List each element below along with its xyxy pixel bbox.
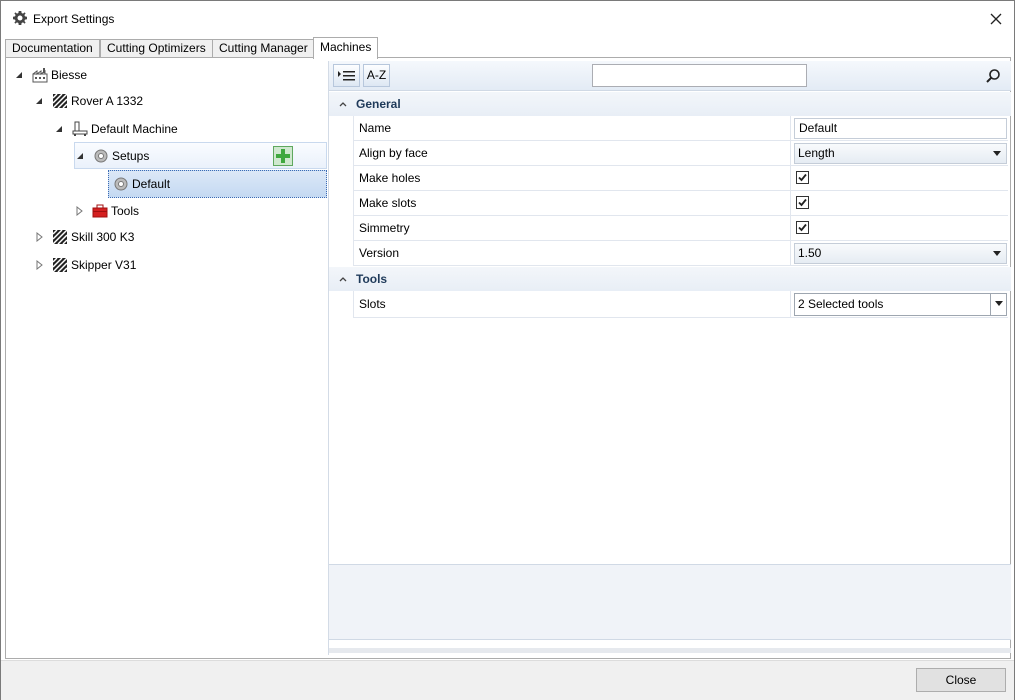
version-select[interactable]: 1.50 bbox=[794, 243, 1007, 264]
tree-node-biesse[interactable]: Biesse bbox=[14, 63, 87, 87]
dropdown-arrow-icon bbox=[990, 294, 1006, 315]
export-settings-window: Export Settings Documentation Cutting Op… bbox=[0, 0, 1015, 700]
property-grid: A-Z General Name Default Align by face L… bbox=[328, 61, 1011, 655]
expanded-arrow-icon[interactable] bbox=[34, 96, 44, 106]
chevron-up-icon[interactable] bbox=[338, 274, 348, 284]
checkmark-icon bbox=[798, 223, 807, 232]
property-label-slots: Make slots bbox=[353, 191, 791, 215]
machine-tree: Biesse Rover A 1332 Default Machine Setu… bbox=[6, 58, 328, 658]
alphabetical-view-button[interactable]: A-Z bbox=[363, 64, 390, 87]
property-row-holes: Make holes bbox=[353, 166, 1008, 191]
tree-node-skill[interactable]: Skill 300 K3 bbox=[34, 225, 134, 249]
make-holes-checkbox[interactable] bbox=[796, 171, 809, 184]
tree-node-tools[interactable]: Tools bbox=[74, 199, 139, 223]
align-by-face-select[interactable]: Length bbox=[794, 143, 1007, 164]
machine-icon bbox=[72, 121, 88, 136]
simmetry-checkbox[interactable] bbox=[796, 221, 809, 234]
category-tools[interactable]: Tools bbox=[329, 267, 1011, 291]
collapsed-arrow-icon[interactable] bbox=[34, 260, 44, 270]
tree-label-skill: Skill 300 K3 bbox=[71, 230, 135, 244]
expanded-arrow-icon[interactable] bbox=[75, 151, 85, 161]
machines-panel: Biesse Rover A 1332 Default Machine Setu… bbox=[5, 57, 1011, 659]
property-row-simmetry: Simmetry bbox=[353, 216, 1008, 241]
machine-model-icon bbox=[52, 257, 68, 273]
dialog-footer: Close bbox=[1, 660, 1014, 700]
category-tools-title: Tools bbox=[356, 272, 388, 286]
tree-label-skipper: Skipper V31 bbox=[71, 258, 137, 272]
tree-node-skipper[interactable]: Skipper V31 bbox=[34, 253, 136, 277]
chevron-up-icon[interactable] bbox=[338, 99, 348, 109]
checkmark-icon bbox=[798, 173, 807, 182]
version-value: 1.50 bbox=[798, 246, 822, 260]
tree-label-biesse: Biesse bbox=[51, 68, 88, 82]
category-general[interactable]: General bbox=[329, 92, 1011, 116]
close-button[interactable]: Close bbox=[916, 668, 1006, 692]
tool-slots-select[interactable]: 2 Selected tools bbox=[794, 293, 1007, 316]
checkmark-icon bbox=[798, 198, 807, 207]
machine-model-icon bbox=[52, 93, 68, 109]
gear-icon bbox=[13, 11, 27, 25]
tree-label-default: Default bbox=[132, 177, 171, 191]
tree-node-default-setup[interactable]: Default bbox=[108, 170, 327, 198]
tool-slots-value: 2 Selected tools bbox=[798, 297, 884, 311]
expanded-arrow-icon[interactable] bbox=[14, 70, 24, 80]
property-row-align: Align by face Length bbox=[353, 141, 1008, 166]
plus-icon bbox=[276, 149, 290, 163]
expanded-arrow-icon[interactable] bbox=[54, 124, 64, 134]
property-row-name: Name Default bbox=[353, 116, 1008, 141]
property-label-align: Align by face bbox=[353, 141, 791, 165]
title-bar: Export Settings bbox=[1, 1, 1014, 36]
window-title: Export Settings bbox=[33, 12, 115, 26]
dropdown-arrow-icon bbox=[993, 151, 1001, 156]
property-label-tool-slots: Slots bbox=[353, 291, 791, 317]
category-general-title: General bbox=[356, 97, 401, 111]
close-window-icon[interactable] bbox=[985, 8, 1007, 30]
gear-icon bbox=[114, 177, 128, 191]
horizontal-splitter[interactable] bbox=[329, 648, 1011, 653]
collapsed-arrow-icon[interactable] bbox=[34, 232, 44, 242]
categorized-list-icon bbox=[337, 71, 355, 81]
add-setup-button[interactable] bbox=[273, 146, 293, 166]
property-label-name: Name bbox=[353, 116, 791, 140]
tree-label-default-machine: Default Machine bbox=[91, 122, 178, 136]
property-row-slots: Make slots bbox=[353, 191, 1008, 216]
property-label-version: Version bbox=[353, 241, 791, 265]
factory-icon bbox=[32, 68, 48, 83]
property-grid-toolbar: A-Z bbox=[329, 61, 1011, 91]
categorized-view-button[interactable] bbox=[333, 64, 360, 87]
property-row-tool-slots: Slots 2 Selected tools bbox=[353, 291, 1008, 318]
search-icon[interactable] bbox=[985, 68, 1001, 84]
tree-label-tools: Tools bbox=[111, 204, 140, 218]
tab-machines[interactable]: Machines bbox=[313, 37, 379, 59]
tab-documentation[interactable]: Documentation bbox=[5, 39, 100, 58]
dropdown-arrow-icon bbox=[993, 251, 1001, 256]
tree-node-default-machine[interactable]: Default Machine bbox=[54, 117, 178, 141]
tree-label-rover: Rover A 1332 bbox=[71, 94, 144, 108]
gear-icon bbox=[94, 149, 108, 162]
tree-node-rover[interactable]: Rover A 1332 bbox=[34, 89, 143, 113]
machine-model-icon bbox=[52, 229, 68, 245]
align-value: Length bbox=[798, 146, 835, 160]
property-label-simmetry: Simmetry bbox=[353, 216, 791, 240]
description-pane bbox=[329, 564, 1011, 640]
make-slots-checkbox[interactable] bbox=[796, 196, 809, 209]
tab-cutting-manager[interactable]: Cutting Manager bbox=[212, 39, 315, 58]
tab-strip: Documentation Cutting Optimizers Cutting… bbox=[5, 37, 1011, 59]
collapsed-arrow-icon[interactable] bbox=[74, 206, 84, 216]
toolbox-icon bbox=[92, 204, 108, 218]
property-label-holes: Make holes bbox=[353, 166, 791, 190]
name-field[interactable]: Default bbox=[794, 118, 1007, 139]
tree-label-setups: Setups bbox=[112, 148, 150, 163]
property-row-version: Version 1.50 bbox=[353, 241, 1008, 266]
tab-cutting-optimizers[interactable]: Cutting Optimizers bbox=[100, 39, 213, 58]
property-search-input[interactable] bbox=[592, 64, 807, 87]
